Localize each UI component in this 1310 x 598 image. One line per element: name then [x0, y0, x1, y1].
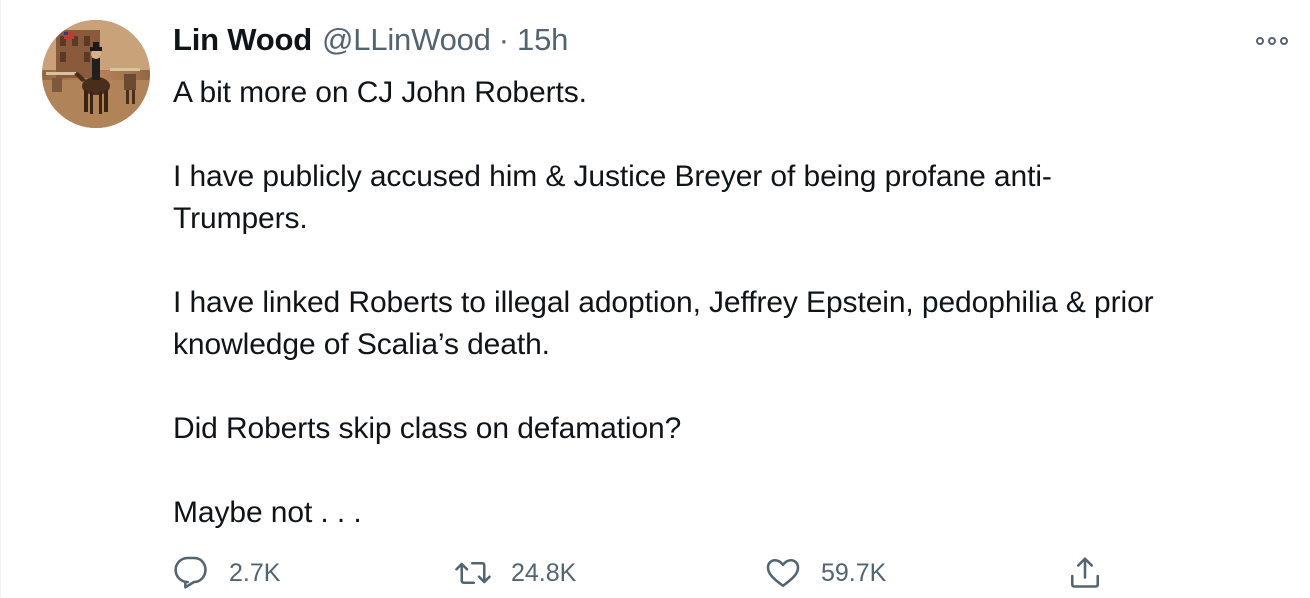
more-options-button[interactable]: [1252, 30, 1292, 52]
share-icon: [1070, 557, 1100, 588]
more-options-icon: [1256, 37, 1264, 45]
tweet-header: Lin Wood @LLinWood · 15h: [173, 22, 568, 62]
tweet-paragraph: Maybe not . . .: [173, 496, 362, 529]
timeline-divider: [0, 0, 1, 598]
tweet-text: A bit more on CJ John Roberts. I have pu…: [173, 72, 1293, 534]
tweet-actions: 2.7K 24.8K 59.7K: [173, 553, 1133, 593]
more-options-icon-dot: [1268, 37, 1276, 45]
avatar[interactable]: [42, 20, 150, 128]
tweet-paragraph-line: knowledge of Scalia’s death.: [173, 328, 550, 361]
heart-icon: [766, 558, 800, 588]
reply-icon: [174, 556, 207, 589]
avatar-image: [42, 20, 150, 128]
tweet-paragraph-line: I have linked Roberts to illegal adoptio…: [173, 286, 1154, 319]
tweet[interactable]: Lin Wood @LLinWood · 15h A bit more on C…: [0, 0, 1310, 598]
retweet-icon: [455, 561, 491, 585]
more-options-icon-dot: [1280, 37, 1288, 45]
tweet-paragraph: Did Roberts skip class on defamation?: [173, 412, 682, 445]
like-button[interactable]: 59.7K: [765, 553, 886, 593]
share-button[interactable]: [1067, 553, 1103, 593]
tweet-timestamp[interactable]: 15h: [517, 22, 568, 58]
header-separator: ·: [498, 22, 510, 57]
like-count: 59.7K: [821, 558, 887, 587]
retweet-button[interactable]: 24.8K: [455, 553, 576, 593]
author-name[interactable]: Lin Wood: [173, 22, 312, 58]
author-handle[interactable]: @LLinWood: [322, 22, 491, 58]
tweet-paragraph-line: Trumpers.: [173, 202, 308, 235]
retweet-count: 24.8K: [511, 558, 577, 587]
tweet-paragraph: A bit more on CJ John Roberts.: [173, 76, 587, 109]
reply-count: 2.7K: [229, 558, 281, 587]
tweet-paragraph-line: I have publicly accused him & Justice Br…: [173, 160, 1052, 193]
reply-button[interactable]: 2.7K: [173, 553, 280, 593]
